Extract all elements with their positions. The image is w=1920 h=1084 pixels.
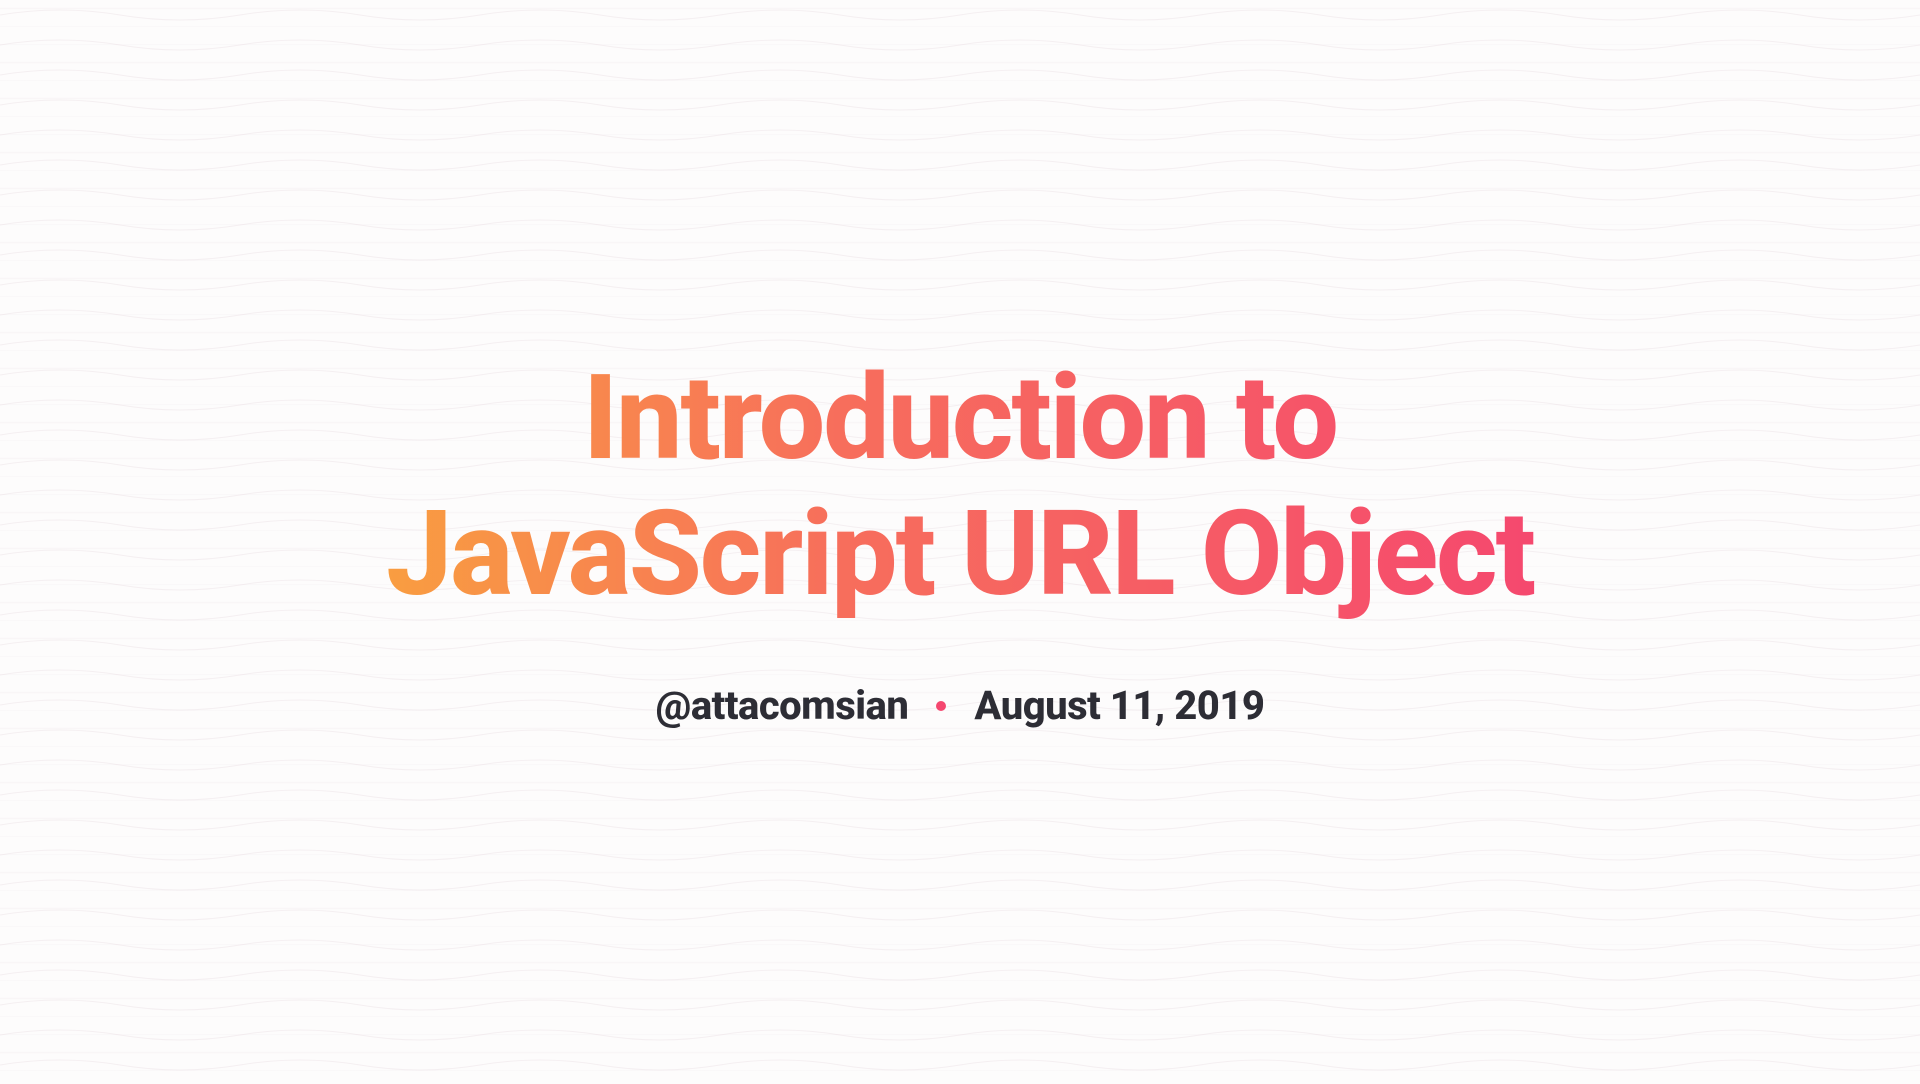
meta-row: @attacomsian August 11, 2019 [360, 682, 1560, 729]
author-handle: @attacomsian [656, 682, 909, 729]
publish-date: August 11, 2019 [974, 682, 1264, 729]
slide-content: Introduction to JavaScript URL Object @a… [360, 351, 1560, 729]
separator-dot [936, 701, 946, 711]
page-title: Introduction to JavaScript URL Object [360, 351, 1560, 622]
